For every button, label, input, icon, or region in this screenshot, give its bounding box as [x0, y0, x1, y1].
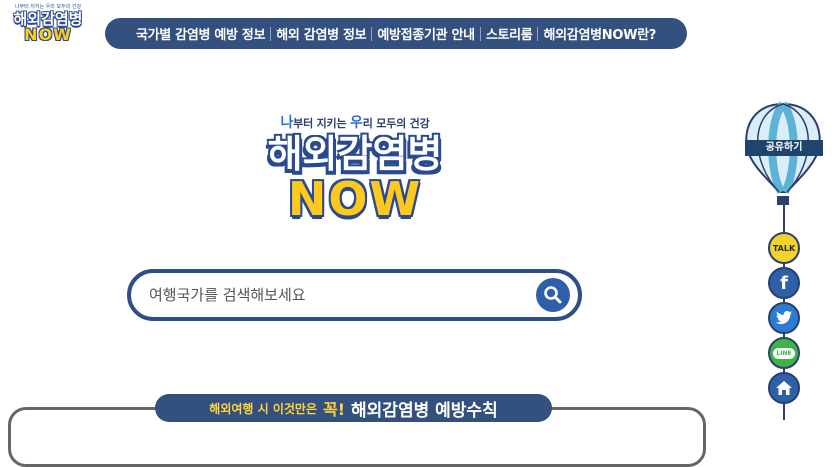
kakaotalk-share-button[interactable]: TALK [768, 232, 800, 264]
twitter-share-button[interactable] [768, 302, 800, 334]
facebook-icon: f [780, 272, 788, 294]
kakaotalk-icon: TALK [772, 243, 796, 253]
logo-title-now: NOW [24, 25, 72, 44]
rules-emphasis: 꼭! [323, 400, 346, 419]
site-logo[interactable]: 나부터 지키는 우리 모두의 건강 해외감염병 NOW [6, 4, 90, 50]
rules-title: 해외감염병 예방수칙 [351, 400, 498, 421]
nav-item-overseas-disease[interactable]: 해외 감염병 정보 [271, 24, 371, 43]
rules-prefix: 해외여행 시 이것만은 [209, 401, 317, 416]
nav-item-storyroom[interactable]: 스토리룸 [481, 24, 538, 43]
hero-slogan: 나부터 지키는 우리 모두의 건강 [280, 115, 430, 131]
balloon-icon [745, 101, 821, 205]
nav-item-vaccination-clinics[interactable]: 예방접종기관 안내 [372, 24, 480, 43]
country-search-box [127, 269, 582, 321]
hero-title-now: NOW [287, 172, 423, 226]
home-icon [776, 381, 792, 395]
main-nav: 국가별 감염병 예방 정보 해외 감염병 정보 예방접종기관 안내 스토리룸 해… [105, 18, 687, 49]
line-share-button[interactable]: LINE [768, 337, 800, 369]
hero-logo: 나부터 지키는 우리 모두의 건강 해외감염병 NOW [240, 112, 470, 242]
nav-item-about[interactable]: 해외감염병NOW란? [538, 24, 661, 43]
search-icon [544, 286, 562, 304]
line-icon: LINE [773, 347, 795, 359]
twitter-icon [776, 311, 792, 324]
nav-item-country-info[interactable]: 국가별 감염병 예방 정보 [131, 24, 270, 43]
search-button[interactable] [536, 278, 570, 312]
hero-title-korean: 해외감염병 [267, 132, 443, 176]
country-search-input[interactable] [147, 285, 536, 305]
facebook-share-button[interactable]: f [768, 267, 800, 299]
share-label: 공유하기 [745, 140, 823, 156]
home-button[interactable] [768, 372, 800, 404]
prevention-rules-heading: 해외여행 시 이것만은 꼭! 해외감염병 예방수칙 [155, 394, 552, 422]
